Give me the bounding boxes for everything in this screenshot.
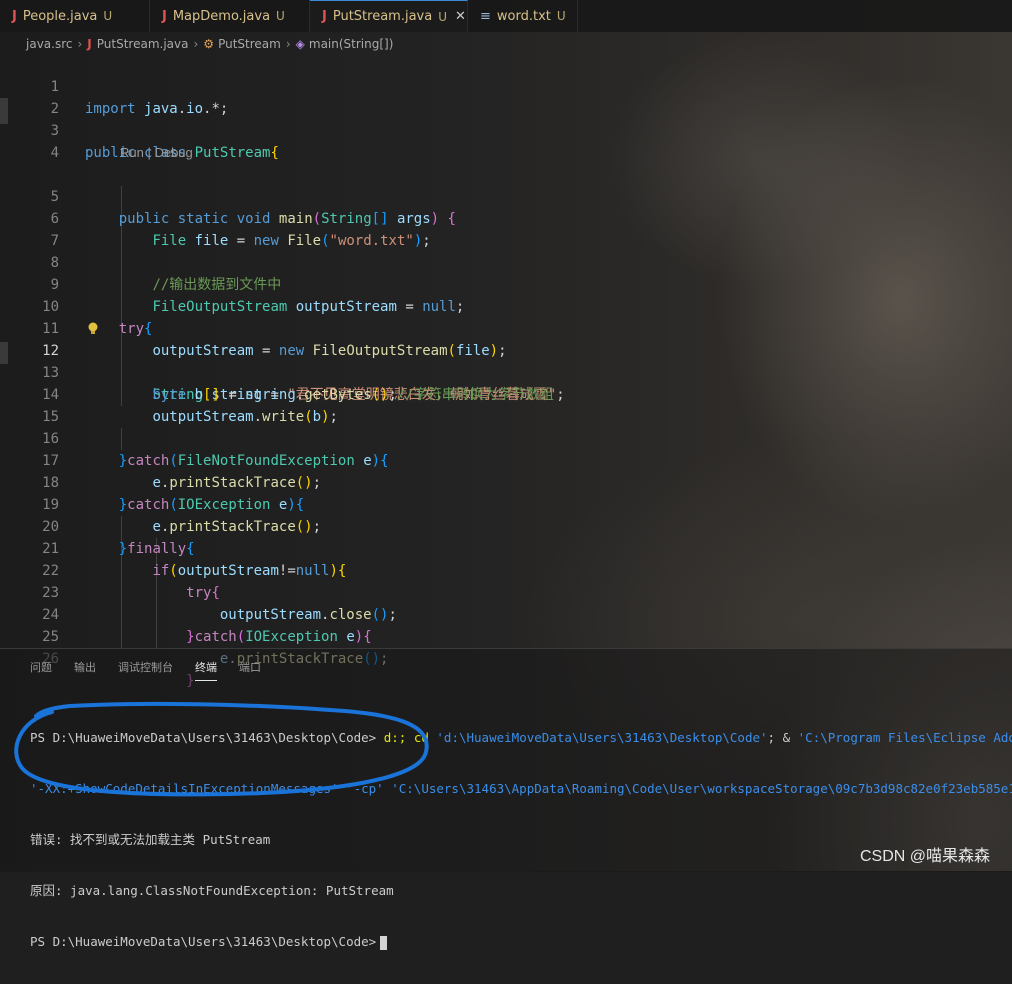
java-file-icon: J bbox=[12, 8, 17, 24]
tab-mapdemo-java[interactable]: J MapDemo.java U bbox=[150, 0, 310, 32]
code-line: 16 }catch(FileNotFoundException e){ bbox=[0, 406, 388, 469]
watermark: CSDN @喵果森森 bbox=[860, 848, 991, 865]
code-line: 4 bbox=[0, 120, 59, 161]
tab-problems[interactable]: 问题 bbox=[30, 659, 52, 681]
code-line: 9 FileOutputStream outputStream = null; bbox=[0, 252, 465, 315]
code-editor[interactable]: 1 import java.io.*; 2 3 public class Put… bbox=[0, 54, 1012, 689]
tab-terminal[interactable]: 终端 bbox=[195, 659, 217, 681]
code-line: 15 bbox=[0, 384, 59, 425]
indent-guide bbox=[121, 428, 122, 450]
tab-ports[interactable]: 端口 bbox=[239, 659, 261, 681]
code-line: 23 outputStream.close(); bbox=[0, 560, 397, 623]
untracked-badge: U bbox=[556, 9, 566, 23]
tab-putstream-java[interactable]: J PutStream.java U ✕ bbox=[310, 0, 468, 32]
code-line: 13 byte b[] = string.getBytes();//字符串转换为… bbox=[0, 340, 554, 403]
tab-label: MapDemo.java bbox=[172, 8, 271, 24]
editor-tab-bar: J People.java U J MapDemo.java U J PutSt… bbox=[0, 0, 1012, 32]
string-literal: "word.txt" bbox=[329, 233, 414, 249]
codelens-run-debug[interactable]: Run | Debug bbox=[120, 142, 193, 164]
annotation-circle bbox=[14, 701, 429, 797]
tab-label: People.java bbox=[22, 8, 98, 24]
terminal-prompt-line: PS D:\HuaweiMoveData\Users\31463\Desktop… bbox=[30, 933, 1012, 950]
java-file-icon: J bbox=[162, 8, 167, 24]
code-line: 21 if(outputStream!=null){ bbox=[0, 516, 346, 579]
code-comment: //输出数据到文件中 bbox=[152, 277, 282, 293]
java-file-icon: J bbox=[87, 37, 92, 51]
code-line: 3 public class PutStream{ bbox=[0, 98, 279, 161]
code-comment: //字符串转换为字节数组 bbox=[396, 387, 554, 403]
code-line: 26 } bbox=[0, 626, 194, 689]
tab-people-java[interactable]: J People.java U bbox=[0, 0, 150, 32]
tab-output[interactable]: 输出 bbox=[74, 659, 96, 681]
java-file-icon: J bbox=[322, 9, 327, 24]
breadcrumb-method[interactable]: main(String[]) bbox=[309, 37, 394, 51]
code-line: 25 e.printStackTrace(); bbox=[0, 604, 388, 667]
tab-label: word.txt bbox=[496, 8, 551, 24]
code-line: 6 File file = new File("word.txt"); bbox=[0, 186, 431, 249]
chevron-right-icon: › bbox=[193, 37, 199, 51]
code-line: 10 try{ bbox=[0, 274, 152, 337]
tab-label: PutStream.java bbox=[332, 9, 433, 24]
code-line-current: 12 String string = "君不见高堂明镜悲白发，朝如青丝暮成雪"; bbox=[0, 318, 565, 403]
close-icon[interactable]: ✕ bbox=[455, 9, 466, 24]
tab-word-txt[interactable]: ≡ word.txt U bbox=[468, 0, 578, 32]
code-line: 18 }catch(IOException e){ bbox=[0, 450, 304, 513]
code-line: 2 bbox=[0, 76, 59, 117]
code-line: 11 outputStream = new FileOutputStream(f… bbox=[0, 296, 506, 359]
code-line: 14 outputStream.write(b); bbox=[0, 362, 338, 425]
code-line: 7 bbox=[0, 208, 59, 249]
class-icon: ⚙ bbox=[203, 37, 215, 51]
code-line: 17 e.printStackTrace(); bbox=[0, 428, 321, 491]
code-line: 24 }catch(IOException e){ bbox=[0, 582, 372, 645]
chevron-right-icon: › bbox=[285, 37, 291, 51]
code-line: 19 e.printStackTrace(); bbox=[0, 472, 321, 535]
code-line: 20 }finally{ bbox=[0, 494, 194, 557]
breadcrumb-class[interactable]: PutStream bbox=[218, 37, 281, 51]
breadcrumb-folder[interactable]: java.src bbox=[26, 37, 72, 51]
tab-debug-console[interactable]: 调试控制台 bbox=[118, 659, 173, 681]
breadcrumb: java.src › J PutStream.java › ⚙ PutStrea… bbox=[26, 33, 393, 55]
text-file-icon: ≡ bbox=[480, 8, 491, 24]
untracked-badge: U bbox=[276, 9, 285, 23]
breadcrumb-file[interactable]: PutStream.java bbox=[97, 37, 189, 51]
code-line: 5 public static void main(String[] args)… bbox=[0, 164, 456, 227]
untracked-badge: U bbox=[438, 9, 447, 24]
terminal-cursor bbox=[380, 935, 388, 950]
chevron-right-icon: › bbox=[77, 37, 83, 51]
code-line: 1 import java.io.*; bbox=[0, 54, 229, 117]
method-icon: ◈ bbox=[295, 37, 305, 51]
lightbulb-icon[interactable] bbox=[87, 322, 99, 336]
code-line: 22 try{ bbox=[0, 538, 220, 601]
untracked-badge: U bbox=[103, 9, 113, 23]
terminal-error-line: 原因: java.lang.ClassNotFoundException: Pu… bbox=[30, 883, 394, 898]
line-number: 4 bbox=[50, 145, 59, 161]
panel-tabs: 问题 输出 调试控制台 终端 端口 bbox=[30, 659, 283, 681]
code-line: 8 //输出数据到文件中 bbox=[0, 230, 282, 293]
